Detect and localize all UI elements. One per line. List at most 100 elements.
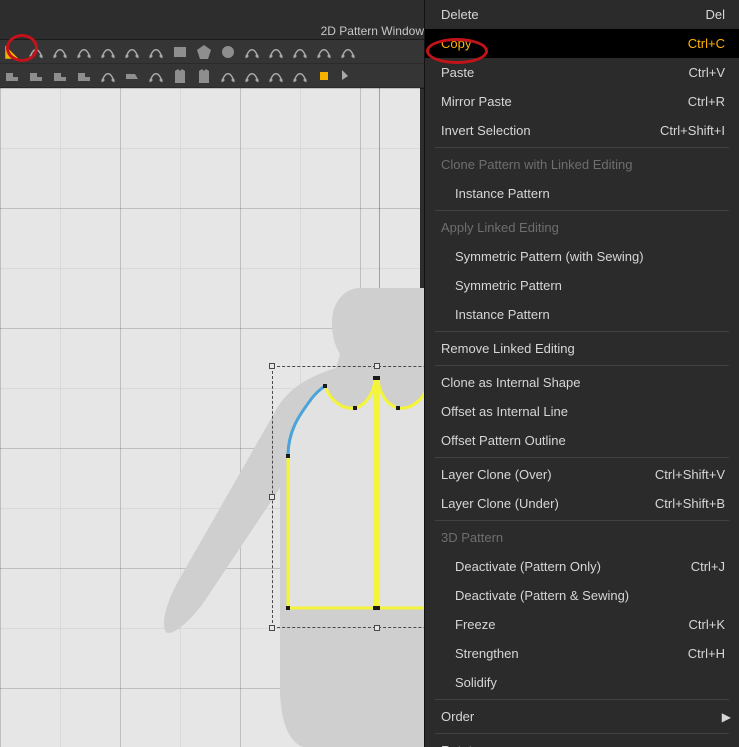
- menu-item-deactivate-pattern-sewing[interactable]: Deactivate (Pattern & Sewing): [425, 581, 739, 610]
- menu-item-label: Solidify: [441, 675, 725, 690]
- menu-item-shortcut: Ctrl+Shift+V: [655, 467, 725, 482]
- menu-item-shortcut: Ctrl+V: [689, 65, 725, 80]
- menu-item-label: Deactivate (Pattern & Sewing): [441, 588, 725, 603]
- menu-item-label: Instance Pattern: [441, 307, 725, 322]
- menu-item-strengthen[interactable]: StrengthenCtrl+H: [425, 639, 739, 668]
- menu-separator: [435, 520, 729, 521]
- menu-item-instance-pattern[interactable]: Instance Pattern: [425, 179, 739, 208]
- menu-item-label: Deactivate (Pattern Only): [441, 559, 691, 574]
- menu-item-instance-pattern[interactable]: Instance Pattern: [425, 300, 739, 329]
- curve-point-icon[interactable]: [96, 41, 120, 63]
- menu-separator: [435, 457, 729, 458]
- highlight-icon[interactable]: [312, 65, 336, 87]
- menu-item-clone-as-internal-shape[interactable]: Clone as Internal Shape: [425, 368, 739, 397]
- selection-handle[interactable]: [269, 363, 275, 369]
- menu-item-label: Symmetric Pattern (with Sewing): [441, 249, 725, 264]
- trace-icon[interactable]: [288, 41, 312, 63]
- menu-item-layer-clone-over[interactable]: Layer Clone (Over)Ctrl+Shift+V: [425, 460, 739, 489]
- submenu-arrow-icon: ▶: [722, 744, 731, 747]
- steam-icon[interactable]: [120, 65, 144, 87]
- texture-icon[interactable]: [168, 65, 192, 87]
- menu-item-clone-pattern-with-linked-editing: Clone Pattern with Linked Editing: [425, 150, 739, 179]
- menu-item-apply-linked-editing: Apply Linked Editing: [425, 213, 739, 242]
- group-icon[interactable]: [264, 65, 288, 87]
- arrow-icon[interactable]: [336, 65, 360, 87]
- sewing-machine-icon[interactable]: [72, 65, 96, 87]
- menu-item-label: Paste: [441, 65, 689, 80]
- menu-item-shortcut: Ctrl+C: [688, 36, 725, 51]
- internal-line-icon[interactable]: [240, 41, 264, 63]
- menu-item-solidify[interactable]: Solidify: [425, 668, 739, 697]
- split-icon[interactable]: [120, 41, 144, 63]
- menu-item-label: Delete: [441, 7, 705, 22]
- free-sewing-icon[interactable]: [48, 65, 72, 87]
- ellipse-icon[interactable]: [216, 41, 240, 63]
- menu-item-shortcut: Ctrl+K: [689, 617, 725, 632]
- menu-item-remove-linked-editing[interactable]: Remove Linked Editing: [425, 334, 739, 363]
- selection-handle[interactable]: [269, 494, 275, 500]
- transform-icon[interactable]: [240, 65, 264, 87]
- menu-item-shortcut: Ctrl+J: [691, 559, 725, 574]
- menu-item-shortcut: Ctrl+R: [688, 94, 725, 109]
- menu-item-label: Layer Clone (Over): [441, 467, 655, 482]
- menu-item-offset-pattern-outline[interactable]: Offset Pattern Outline: [425, 426, 739, 455]
- menu-item-mirror-paste[interactable]: Mirror PasteCtrl+R: [425, 87, 739, 116]
- submenu-arrow-icon: ▶: [722, 710, 731, 724]
- layer-icon[interactable]: [288, 65, 312, 87]
- menu-item-3d-pattern: 3D Pattern: [425, 523, 739, 552]
- extra-tool-icon[interactable]: [336, 41, 360, 63]
- pattern-canvas[interactable]: [0, 88, 420, 747]
- menu-separator: [435, 365, 729, 366]
- transform-tool-icon[interactable]: [0, 41, 24, 63]
- menu-item-label: Freeze: [441, 617, 689, 632]
- menu-item-label: Instance Pattern: [441, 186, 725, 201]
- menu-item-offset-as-internal-line[interactable]: Offset as Internal Line: [425, 397, 739, 426]
- menu-separator: [435, 733, 729, 734]
- pattern-piece-left[interactable]: [280, 378, 380, 623]
- menu-item-shortcut: Ctrl+H: [688, 646, 725, 661]
- menu-item-label: Clone as Internal Shape: [441, 375, 725, 390]
- seam-allowance-icon[interactable]: [312, 41, 336, 63]
- edit-curve-icon[interactable]: [24, 41, 48, 63]
- menu-separator: [435, 331, 729, 332]
- dart-icon[interactable]: [264, 41, 288, 63]
- menu-item-label: Offset Pattern Outline: [441, 433, 725, 448]
- menu-item-shortcut: Ctrl+Shift+B: [655, 496, 725, 511]
- menu-item-symmetric-pattern-with-sewing[interactable]: Symmetric Pattern (with Sewing): [425, 242, 739, 271]
- polygon-icon[interactable]: [192, 41, 216, 63]
- menu-item-rotate[interactable]: Rotate▶: [425, 736, 739, 747]
- menu-item-deactivate-pattern-only[interactable]: Deactivate (Pattern Only)Ctrl+J: [425, 552, 739, 581]
- selection-handle[interactable]: [374, 363, 380, 369]
- edit-point-icon[interactable]: [48, 41, 72, 63]
- menu-item-label: Offset as Internal Line: [441, 404, 725, 419]
- menu-item-label: Mirror Paste: [441, 94, 688, 109]
- selection-handle[interactable]: [269, 625, 275, 631]
- menu-item-shortcut: Del: [705, 7, 725, 22]
- menu-item-copy[interactable]: CopyCtrl+C: [425, 29, 739, 58]
- align-icon[interactable]: [216, 65, 240, 87]
- menu-item-order[interactable]: Order▶: [425, 702, 739, 731]
- edit-texture-icon[interactable]: [192, 65, 216, 87]
- menu-item-delete[interactable]: DeleteDel: [425, 0, 739, 29]
- menu-item-label: Order: [441, 709, 725, 724]
- shrink-icon[interactable]: [144, 65, 168, 87]
- window-title: 2D Pattern Window: [321, 24, 424, 38]
- notch-icon[interactable]: [144, 41, 168, 63]
- menu-separator: [435, 699, 729, 700]
- add-point-icon[interactable]: [72, 41, 96, 63]
- menu-item-label: Strengthen: [441, 646, 688, 661]
- menu-item-freeze[interactable]: FreezeCtrl+K: [425, 610, 739, 639]
- segment-sewing-icon[interactable]: [0, 65, 24, 87]
- menu-separator: [435, 210, 729, 211]
- menu-item-label: Clone Pattern with Linked Editing: [441, 157, 725, 172]
- selection-handle[interactable]: [374, 625, 380, 631]
- menu-item-invert-selection[interactable]: Invert SelectionCtrl+Shift+I: [425, 116, 739, 145]
- menu-item-symmetric-pattern[interactable]: Symmetric Pattern: [425, 271, 739, 300]
- rectangle-icon[interactable]: [168, 41, 192, 63]
- m-sewing-icon[interactable]: [24, 65, 48, 87]
- topstitch-icon[interactable]: [96, 65, 120, 87]
- context-menu[interactable]: DeleteDelCopyCtrl+CPasteCtrl+VMirror Pas…: [424, 0, 739, 747]
- menu-item-label: Symmetric Pattern: [441, 278, 725, 293]
- menu-item-layer-clone-under[interactable]: Layer Clone (Under)Ctrl+Shift+B: [425, 489, 739, 518]
- menu-item-paste[interactable]: PasteCtrl+V: [425, 58, 739, 87]
